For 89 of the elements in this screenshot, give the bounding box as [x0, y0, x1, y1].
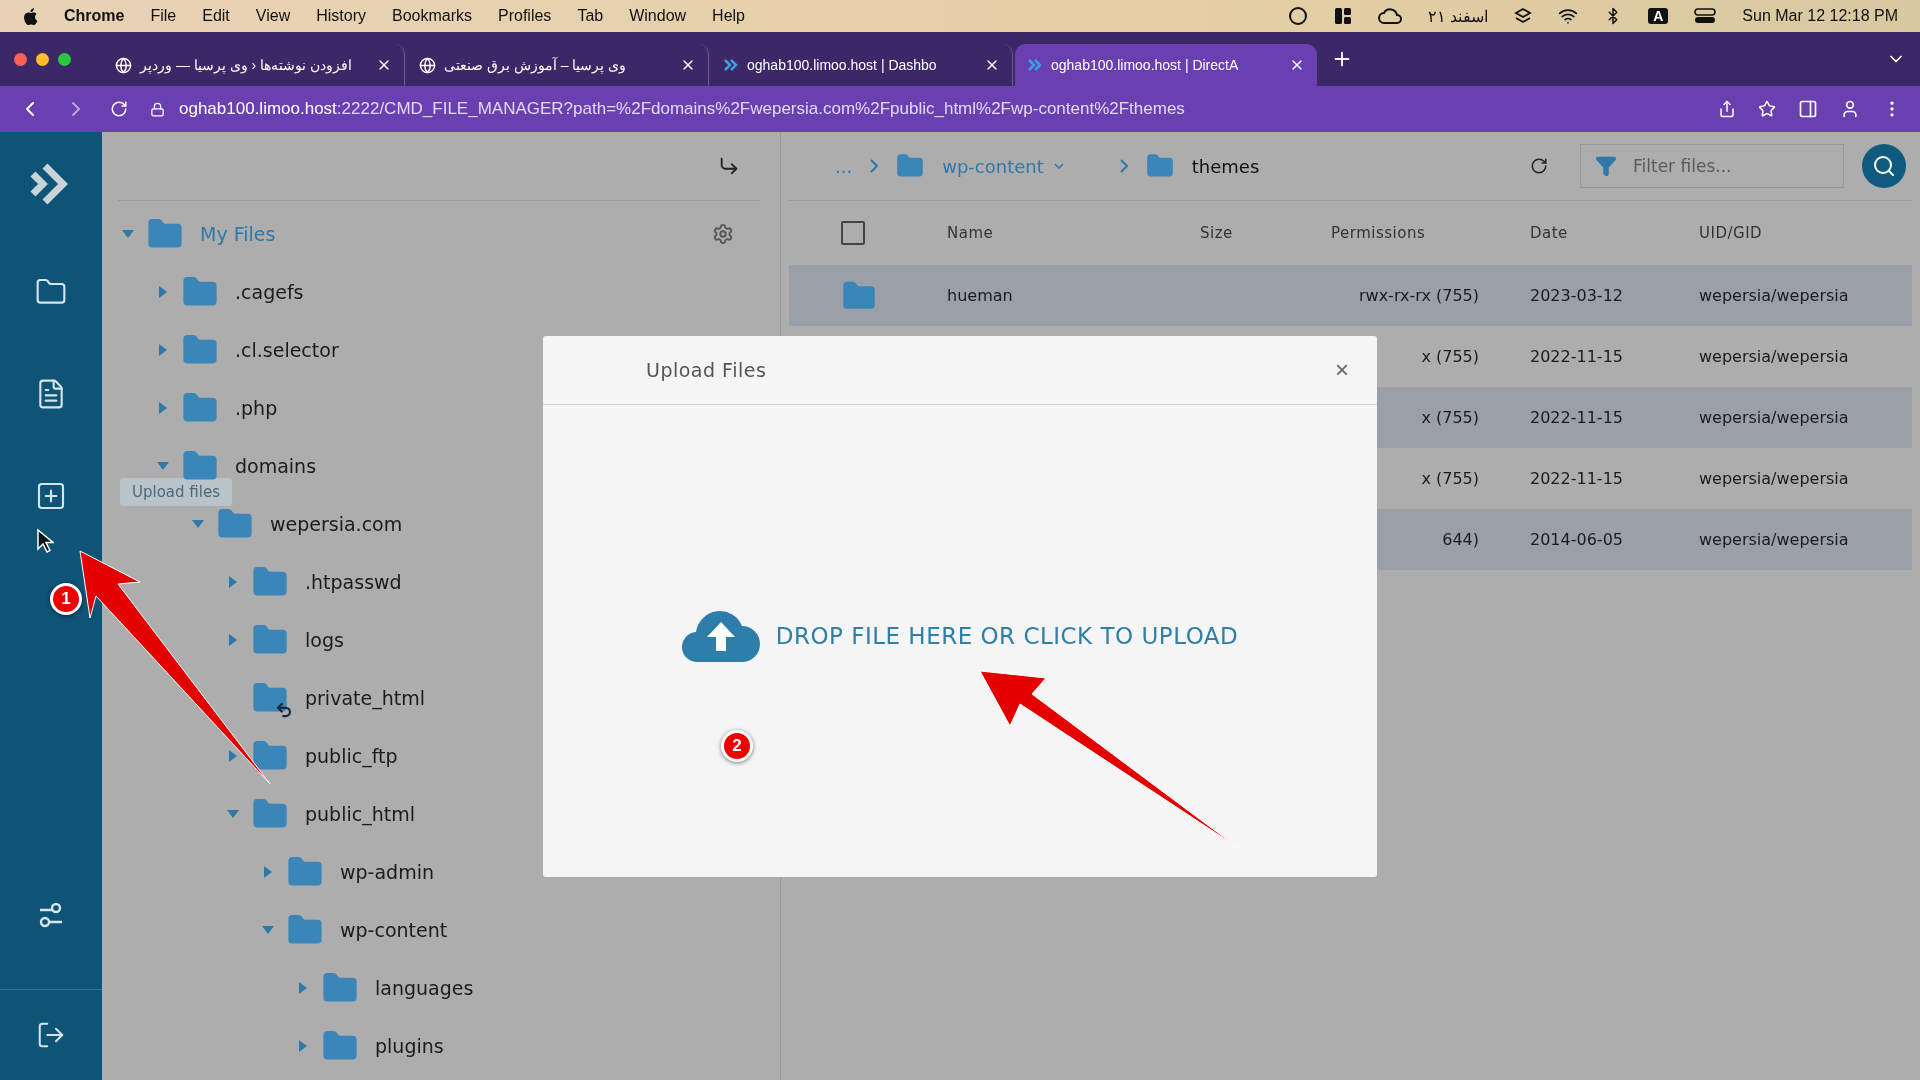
tree-item[interactable]: private_html	[305, 687, 425, 709]
table-cell: x (755)	[1421, 469, 1479, 488]
tree-item[interactable]: languages	[375, 977, 474, 999]
menu-item[interactable]: File	[150, 7, 177, 25]
maximize-window-button[interactable]	[58, 52, 71, 66]
table-cell-text: wepersia/wepersia	[1699, 530, 1850, 549]
cursor-icon	[36, 528, 54, 554]
column-header[interactable]: Size	[1200, 224, 1331, 242]
tree-item[interactable]: .htpasswd	[305, 571, 402, 593]
share-icon[interactable]	[1718, 100, 1736, 118]
table-cell: rwx-rx-rx (755)	[1358, 286, 1479, 305]
folder-icon	[1145, 152, 1174, 180]
separator-icon	[1119, 159, 1128, 173]
drop-zone-link[interactable]: DROP FILE HERE OR CLICK TO UPLOAD	[775, 623, 1239, 649]
column-header[interactable]: Permissions	[1331, 224, 1530, 242]
column-header[interactable]: UID/GID	[1699, 224, 1912, 242]
settings-icon[interactable]	[712, 223, 734, 245]
menu-item[interactable]: Help	[712, 7, 745, 25]
globe-icon	[115, 56, 132, 74]
search-icon	[1872, 154, 1896, 178]
file-name[interactable]: hueman	[947, 286, 1200, 305]
table-cell-text: wepersia/wepersia	[1699, 286, 1850, 305]
tree-item[interactable]: domains	[235, 455, 317, 477]
cloud-upload-icon[interactable]	[681, 610, 760, 662]
chevron-logo-icon	[1027, 57, 1043, 73]
tooltip: Upload files	[120, 478, 232, 506]
side-panel-icon[interactable]	[1798, 99, 1818, 119]
chevron-logo-icon	[723, 57, 739, 73]
search-button[interactable]	[1862, 144, 1906, 188]
current-folder: themes	[1191, 155, 1260, 177]
table-cell-text: wepersia/wepersia	[1699, 469, 1850, 488]
column-header[interactable]: Date	[1530, 224, 1699, 242]
apple-icon[interactable]	[22, 6, 38, 26]
layers-icon[interactable]	[1514, 7, 1533, 25]
table-cell-text: 2022-11-15	[1530, 408, 1624, 427]
tree-item[interactable]: .cagefs	[235, 281, 304, 303]
date-label: ۲۱ اسفند	[1427, 6, 1489, 26]
select-all-checkbox[interactable]	[841, 221, 865, 245]
table-cell-text: 2023-03-12	[1530, 286, 1624, 305]
menu-item[interactable]: Edit	[202, 7, 230, 25]
go-to-icon[interactable]	[718, 155, 740, 177]
tree-item[interactable]: .cl.selector	[235, 339, 339, 361]
separator-icon	[870, 159, 879, 173]
tree-item[interactable]: wp-admin	[340, 861, 434, 883]
cloud-icon[interactable]	[1377, 7, 1402, 25]
table-cell-text: 2022-11-15	[1530, 347, 1624, 366]
filter-input[interactable]: Filter files...	[1631, 155, 1805, 177]
tree-item[interactable]: plugins	[375, 1035, 444, 1057]
wifi-icon[interactable]	[1558, 6, 1579, 26]
table-cell: x (755)	[1421, 408, 1479, 427]
filter-icon	[1595, 155, 1617, 177]
tree-item[interactable]: wepersia.com	[270, 513, 403, 535]
table-cell-text: 2014-06-05	[1530, 530, 1624, 549]
input-source-indicator[interactable]: A	[1648, 8, 1669, 24]
control-center-icon[interactable]	[1694, 8, 1717, 24]
menu-item[interactable]: Bookmarks	[392, 7, 472, 25]
menu-item[interactable]: Tab	[577, 7, 604, 25]
clock[interactable]: Sun Mar 12 12:18 PM	[1742, 7, 1898, 25]
browser-tab[interactable]: oghab100.limoo.host | DirectA	[1015, 44, 1317, 86]
tree-item[interactable]: wp-content	[340, 919, 448, 941]
tree-item[interactable]: logs	[305, 629, 344, 651]
dialog-title: Upload Files	[646, 359, 767, 381]
tree-item[interactable]: public_html	[305, 803, 415, 825]
filter-field[interactable]: Filter files...	[1580, 144, 1844, 188]
column-header[interactable]: Name	[947, 224, 1200, 242]
refresh-icon[interactable]	[1530, 157, 1548, 175]
table-cell-text: wepersia/wepersia	[1699, 408, 1850, 427]
tree-item[interactable]: .php	[235, 397, 278, 419]
menu-item[interactable]: View	[255, 7, 291, 25]
reload-icon[interactable]	[110, 100, 128, 118]
globe-icon	[419, 56, 436, 74]
tree-item[interactable]: public_ftp	[305, 745, 398, 767]
lock-icon	[150, 101, 165, 117]
close-window-button[interactable]	[14, 52, 27, 66]
table-cell: x (755)	[1421, 347, 1479, 366]
grid-icon[interactable]	[1333, 7, 1352, 25]
menu-item[interactable]: Window	[629, 7, 687, 25]
table-cell: 644)	[1442, 530, 1479, 549]
menu-item[interactable]: Profiles	[498, 7, 552, 25]
close-button[interactable]: ×	[1331, 356, 1353, 384]
menu-item[interactable]: History	[316, 7, 366, 25]
bookmark-icon[interactable]	[1758, 100, 1776, 118]
app-menu[interactable]: Chrome	[64, 7, 125, 25]
profile-icon[interactable]	[1840, 99, 1860, 119]
table-cell-text: 2022-11-15	[1530, 469, 1624, 488]
status-icon[interactable]	[1287, 6, 1308, 26]
table-cell-text: wepersia/wepersia	[1699, 347, 1850, 366]
folder-icon	[896, 152, 925, 180]
minimize-window-button[interactable]	[36, 52, 49, 66]
